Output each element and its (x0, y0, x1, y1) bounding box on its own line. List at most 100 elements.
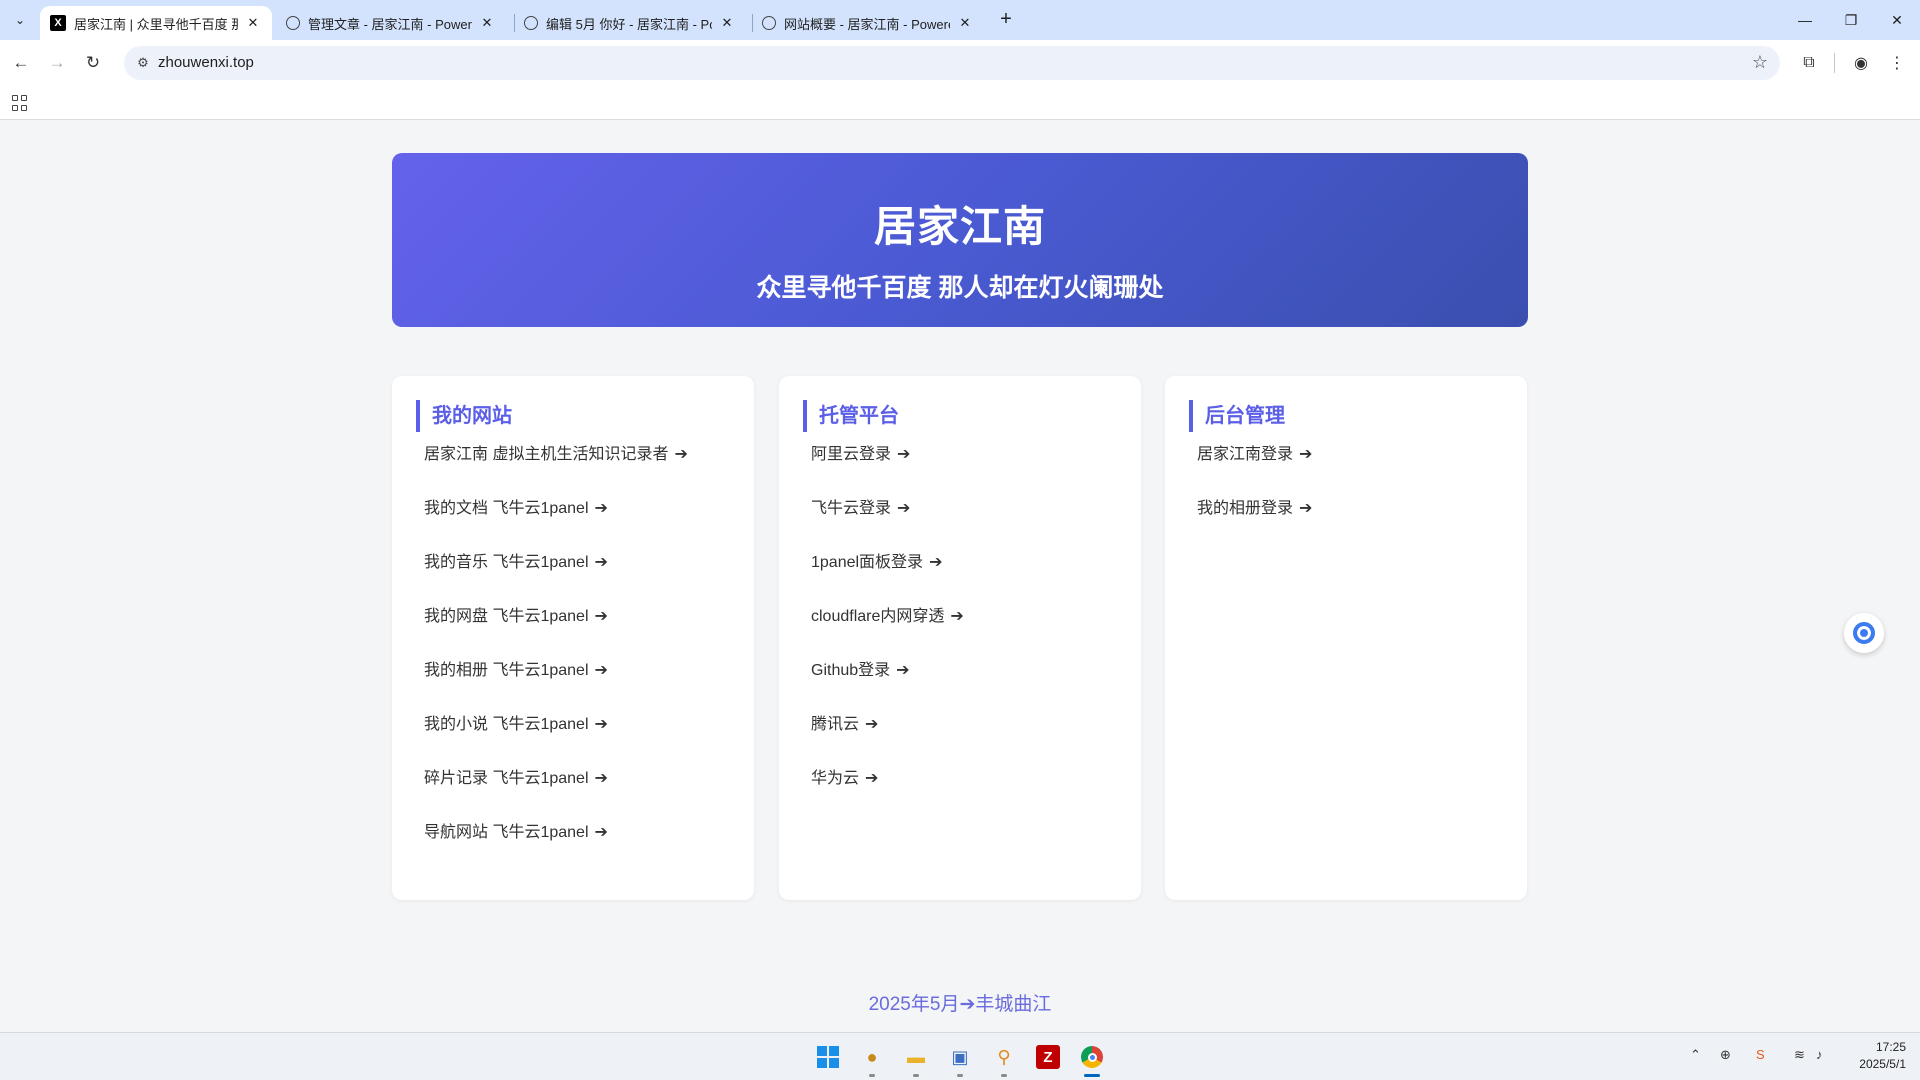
tab-title: 网站概要 - 居家江南 - Powere (784, 16, 950, 32)
folder-icon: ▬ (907, 1046, 925, 1067)
apps-grid-icon[interactable] (12, 95, 28, 111)
taskbar-app-network[interactable]: ▣ (944, 1041, 976, 1077)
arrow-right-icon: ➔ (897, 446, 911, 463)
clock-time: 17:25 (1875, 1040, 1906, 1054)
window-close-icon[interactable]: ✕ (1874, 0, 1920, 40)
arrow-right-icon: ➔ (897, 500, 911, 517)
link-text[interactable]: 飞牛云登录 (811, 500, 891, 517)
clock[interactable]: 17:25 2025/5/1 (1859, 1039, 1906, 1073)
link-text[interactable]: 我的相册 飞牛云1panel (424, 662, 589, 679)
list-item[interactable]: 飞牛云登录 ➔ (811, 496, 964, 550)
arrow-right-icon: ➔ (1299, 446, 1313, 463)
link-text[interactable]: 我的文档 飞牛云1panel (424, 500, 589, 517)
taskbar-app-file-explorer[interactable]: ▬ (900, 1041, 932, 1077)
wifi-icon[interactable]: ≋ (1794, 1047, 1805, 1063)
link-text[interactable]: 导航网站 飞牛云1panel (424, 824, 589, 841)
list-item[interactable]: 我的音乐 飞牛云1panel ➔ (424, 550, 688, 604)
menu-kebab-icon[interactable]: ⋮ (1884, 50, 1910, 76)
arrow-right-icon: ➔ (929, 554, 943, 571)
list-item[interactable]: Github登录 ➔ (811, 658, 964, 712)
bookmark-star-icon[interactable]: ☆ (1752, 52, 1768, 73)
site-settings-icon[interactable]: ⚙ (134, 54, 152, 72)
url-text[interactable]: zhouwenxi.top (158, 54, 254, 71)
link-text[interactable]: cloudflare内网穿透 (811, 608, 944, 625)
list-item[interactable]: 我的相册 飞牛云1panel ➔ (424, 658, 688, 712)
tab-active[interactable]: X 居家江南 | 众里寻他千百度 那人 ✕ (40, 6, 272, 40)
profile-icon[interactable]: ◉ (1848, 50, 1874, 76)
card-my-sites: 我的网站 居家江南 虚拟主机生活知识记录者 ➔ 我的文档 飞牛云1panel ➔ 我… (392, 376, 754, 900)
x-logo-icon: X (50, 15, 66, 31)
taskbar-app-acorn[interactable]: ● (856, 1041, 888, 1077)
taskbar-app-search[interactable]: ⚲ (988, 1041, 1020, 1077)
floating-assistant-button[interactable] (1844, 613, 1884, 653)
link-text[interactable]: 阿里云登录 (811, 446, 891, 463)
close-icon[interactable]: ✕ (244, 15, 262, 31)
card-admin: 后台管理 居家江南登录 ➔ 我的相册登录 ➔ (1165, 376, 1527, 900)
list-item[interactable]: 导航网站 飞牛云1panel ➔ (424, 820, 688, 874)
card-title: 托管平台 (803, 400, 899, 432)
link-text[interactable]: 华为云 (811, 770, 859, 787)
start-button[interactable] (812, 1041, 844, 1073)
forward-icon[interactable]: → (44, 50, 70, 76)
link-text[interactable]: Github登录 (811, 662, 890, 679)
close-icon[interactable]: ✕ (478, 15, 496, 31)
clock-date: 2025/5/1 (1859, 1057, 1906, 1071)
link-text[interactable]: 腾讯云 (811, 716, 859, 733)
list-item[interactable]: 我的小说 飞牛云1panel ➔ (424, 712, 688, 766)
toolbar-divider (1834, 53, 1835, 73)
address-bar[interactable]: ⚙ zhouwenxi.top ☆ (124, 46, 1780, 80)
tab-search-chevron-icon[interactable]: ⌄ (8, 8, 32, 32)
link-text[interactable]: 我的小说 飞牛云1panel (424, 716, 589, 733)
link-text[interactable]: 我的相册登录 (1197, 500, 1293, 517)
list-item[interactable]: 我的网盘 飞牛云1panel ➔ (424, 604, 688, 658)
link-list: 阿里云登录 ➔ 飞牛云登录 ➔ 1panel面板登录 ➔ cloudflare内网穿透… (811, 442, 964, 820)
tab-site-overview[interactable]: 网站概要 - 居家江南 - Powere ✕ (752, 6, 984, 40)
link-text[interactable]: 碎片记录 飞牛云1panel (424, 770, 589, 787)
arrow-right-icon: ➔ (594, 770, 608, 787)
list-item[interactable]: 居家江南登录 ➔ (1197, 442, 1312, 496)
link-text[interactable]: 居家江南登录 (1197, 446, 1293, 463)
back-icon[interactable]: ← (8, 50, 34, 76)
link-text[interactable]: 我的音乐 飞牛云1panel (424, 554, 589, 571)
list-item[interactable]: cloudflare内网穿透 ➔ (811, 604, 964, 658)
bookmarks-bar (0, 86, 1920, 120)
list-item[interactable]: 居家江南 虚拟主机生活知识记录者 ➔ (424, 442, 688, 496)
close-icon[interactable]: ✕ (956, 15, 974, 31)
link-text[interactable]: 1panel面板登录 (811, 554, 923, 571)
taskbar: ● ▬ ▣ ⚲ Z ⌃ ⊕ S ≋ ♪ 17:25 2025/5/1 (0, 1032, 1920, 1080)
list-item[interactable]: 碎片记录 飞牛云1panel ➔ (424, 766, 688, 820)
browser-toolbar: ← → ↻ ⚙ zhouwenxi.top ☆ ⧉ ◉ ⋮ (0, 40, 1920, 86)
hero-banner: 居家江南 众里寻他千百度 那人却在灯火阑珊处 (392, 153, 1528, 327)
list-item[interactable]: 阿里云登录 ➔ (811, 442, 964, 496)
minimize-icon[interactable]: — (1782, 0, 1828, 40)
link-text[interactable]: 我的网盘 飞牛云1panel (424, 608, 589, 625)
sogou-icon[interactable]: S (1756, 1047, 1765, 1062)
volume-icon[interactable]: ♪ (1816, 1047, 1823, 1062)
taskbar-app-chrome[interactable] (1076, 1041, 1108, 1077)
tab-manage-posts[interactable]: 管理文章 - 居家江南 - Powere ✕ (276, 6, 506, 40)
link-text[interactable]: 居家江南 虚拟主机生活知识记录者 (424, 446, 668, 463)
link-list: 居家江南登录 ➔ 我的相册登录 ➔ (1197, 442, 1312, 550)
tab-edit-post[interactable]: 编辑 5月 你好 - 居家江南 - Po ✕ (514, 6, 746, 40)
new-tab-icon[interactable]: + (994, 8, 1018, 32)
list-item[interactable]: 华为云 ➔ (811, 766, 964, 820)
list-item[interactable]: 腾讯云 ➔ (811, 712, 964, 766)
restore-icon[interactable]: ❐ (1828, 0, 1874, 40)
arrow-right-icon: ➔ (865, 770, 879, 787)
extensions-icon[interactable]: ⧉ (1796, 50, 1822, 76)
tray-overflow-icon[interactable]: ⌃ (1690, 1047, 1701, 1063)
arrow-right-icon: ➔ (865, 716, 879, 733)
arrow-right-icon: ➔ (594, 554, 608, 571)
input-method-icon[interactable]: ⊕ (1720, 1047, 1731, 1063)
windows-logo-icon (817, 1046, 839, 1068)
computer-icon: ▣ (951, 1046, 969, 1067)
list-item[interactable]: 1panel面板登录 ➔ (811, 550, 964, 604)
close-icon[interactable]: ✕ (718, 15, 736, 31)
filezilla-icon: Z (1036, 1045, 1060, 1069)
list-item[interactable]: 我的文档 飞牛云1panel ➔ (424, 496, 688, 550)
reload-icon[interactable]: ↻ (80, 50, 106, 76)
arrow-right-icon: ➔ (594, 716, 608, 733)
taskbar-app-filezilla[interactable]: Z (1032, 1041, 1064, 1073)
list-item[interactable]: 我的相册登录 ➔ (1197, 496, 1312, 550)
card-title: 后台管理 (1189, 400, 1285, 432)
